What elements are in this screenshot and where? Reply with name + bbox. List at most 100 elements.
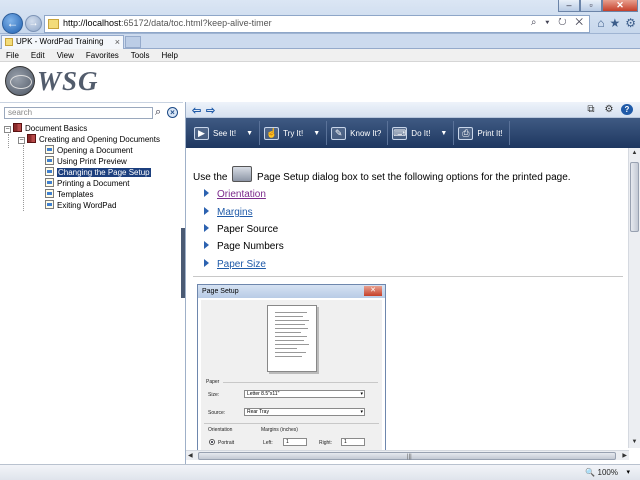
menu-tools[interactable]: Tools (125, 49, 156, 61)
option-paper-size[interactable]: Paper Size (204, 259, 266, 270)
dialog-title: Page Setup ✕ (198, 285, 385, 298)
restore-icon[interactable]: ⧉ (585, 104, 597, 115)
close-window-button[interactable]: ✕ (602, 0, 638, 12)
dialog-separator (204, 423, 379, 424)
paper-size-link[interactable]: Paper Size (217, 259, 266, 270)
gear-icon[interactable]: ⚙ (625, 16, 636, 30)
portrait-label: Portrait (218, 440, 235, 446)
toc-item-selected[interactable]: Changing the Page Setup (45, 167, 151, 178)
margins-link[interactable]: Margins (217, 207, 253, 218)
page-icon (48, 19, 59, 29)
content-toolbar-icons: ⧉ ⚙ ? (585, 104, 633, 115)
play-icon: ▶ (194, 126, 209, 140)
page-setup-screenshot: Page Setup ✕ Paper Size: Letter 8.5"x11"… (197, 284, 386, 454)
size-label: Size: (208, 392, 220, 398)
search-icon[interactable]: ⌕ (155, 106, 161, 119)
vertical-scrollbar[interactable]: ▲ ▼ (628, 148, 640, 448)
topic-icon (45, 145, 54, 154)
try-it-button[interactable]: ☝ Try It! ▼ (260, 121, 328, 145)
dialog-close-icon: ✕ (364, 286, 382, 296)
left-margin-label: Left: (263, 440, 273, 446)
orientation-group-label: Orientation (208, 427, 233, 433)
zoom-dropdown-icon[interactable]: ▾ (626, 468, 630, 476)
horizontal-scrollbar[interactable]: ◀ ||| ▶ (186, 450, 629, 460)
option-orientation[interactable]: Orientation (204, 189, 266, 200)
intro-text: Use the Page Setup dialog box to set the… (193, 166, 571, 183)
settings-icon[interactable]: ⚙ (603, 104, 615, 115)
tab-close-button[interactable]: × (115, 36, 120, 48)
previous-topic-icon[interactable]: ⇦ (192, 104, 201, 117)
toc-item[interactable]: Templates (45, 189, 93, 200)
toc-item[interactable]: Exiting WordPad (45, 200, 116, 211)
search-input[interactable]: search (4, 107, 153, 119)
know-it-button[interactable]: ✎ Know It? (327, 121, 389, 145)
collapse-icon[interactable]: − (4, 126, 11, 133)
dropdown-icon[interactable]: ▼ (313, 130, 320, 137)
toc-item[interactable]: Using Print Preview (45, 156, 127, 167)
address-url[interactable]: http://localhost:65172/data/toc.html?kee… (63, 18, 272, 28)
back-button[interactable]: ← (2, 13, 23, 34)
toc-item[interactable]: Opening a Document (45, 145, 133, 156)
globe-logo-icon (5, 66, 35, 96)
clear-search-icon[interactable]: × (167, 107, 178, 118)
size-select: Letter 8.5"x11" (244, 390, 365, 398)
divider (193, 276, 623, 277)
page-setup-icon (232, 166, 253, 182)
vertical-scroll-thumb[interactable] (630, 162, 639, 232)
collapse-icon[interactable]: − (18, 137, 25, 144)
left-margin-field: 1 (283, 438, 307, 446)
mode-bar: ▶ See It! ▼ ☝ Try It! ▼ ✎ Know It? ⌨ Do … (186, 118, 640, 148)
margins-group-label: Margins (inches) (261, 427, 298, 433)
see-it-button[interactable]: ▶ See It! ▼ (190, 121, 261, 145)
scroll-grip: ||| (407, 454, 412, 460)
next-topic-icon[interactable]: ⇨ (206, 104, 215, 117)
address-bar[interactable]: http://localhost:65172/data/toc.html?kee… (44, 15, 590, 33)
dropdown-icon[interactable]: ▼ (440, 130, 447, 137)
do-it-button[interactable]: ⌨ Do It! ▼ (388, 121, 455, 145)
orientation-link[interactable]: Orientation (217, 189, 266, 200)
home-icon[interactable]: ⌂ (597, 16, 604, 30)
quiz-icon: ✎ (331, 126, 347, 140)
new-tab-button[interactable] (125, 36, 141, 48)
favorites-icon[interactable]: ★ (609, 16, 620, 30)
topic-icon (45, 178, 54, 187)
menu-file[interactable]: File (0, 49, 25, 61)
content-pane: ⇦ ⇨ ⧉ ⚙ ? ▶ See It! ▼ ☝ Try It! ▼ ✎ Know… (185, 102, 640, 464)
see-it-label: See It! (213, 128, 237, 138)
keyboard-icon: ⌨ (392, 126, 408, 140)
menu-view[interactable]: View (51, 49, 80, 61)
bullet-arrow-icon (204, 189, 209, 197)
minimize-button[interactable]: – (558, 0, 580, 12)
forward-button[interactable]: → (25, 15, 42, 32)
page-header: WSG (0, 62, 640, 102)
content-toolbar: ⇦ ⇨ ⧉ ⚙ ? (186, 102, 640, 118)
tree-line (23, 145, 24, 211)
browser-tab[interactable]: UPK - WordPad Training × (1, 35, 124, 49)
source-label: Source: (208, 410, 226, 416)
logo-text: WSG (37, 66, 99, 96)
portrait-radio (209, 439, 215, 445)
toc-pane: search ⌕ × − Document Basics − Creating an… (0, 102, 183, 464)
menu-favorites[interactable]: Favorites (80, 49, 125, 61)
toc-node-document-basics[interactable]: − Document Basics (4, 123, 87, 134)
scroll-up-icon[interactable]: ▲ (629, 148, 640, 159)
option-margins[interactable]: Margins (204, 207, 253, 218)
scroll-left-icon[interactable]: ◀ (188, 451, 193, 461)
menu-edit[interactable]: Edit (25, 49, 51, 61)
print-it-button[interactable]: ⎙ Print It! (454, 121, 510, 145)
scroll-right-icon[interactable]: ▶ (622, 451, 627, 461)
horizontal-scroll-thumb[interactable]: ||| (198, 452, 616, 460)
topic-content: Use the Page Setup dialog box to set the… (193, 154, 623, 454)
status-bar: 🔍 100% ▾ (0, 464, 640, 480)
maximize-button[interactable]: ▫ (580, 0, 602, 12)
toc-item[interactable]: Printing a Document (45, 178, 129, 189)
menu-help[interactable]: Help (155, 49, 183, 61)
dropdown-icon[interactable]: ▼ (246, 130, 253, 137)
toc-node-creating-opening[interactable]: − Creating and Opening Documents (18, 134, 160, 145)
help-icon[interactable]: ? (621, 104, 633, 115)
page-preview (267, 305, 317, 372)
try-it-label: Try It! (283, 128, 304, 138)
scroll-down-icon[interactable]: ▼ (629, 437, 640, 448)
address-tools[interactable]: ⌕ ▾ ↻ ✕ (531, 17, 586, 28)
zoom-level[interactable]: 🔍 100% (585, 468, 618, 477)
